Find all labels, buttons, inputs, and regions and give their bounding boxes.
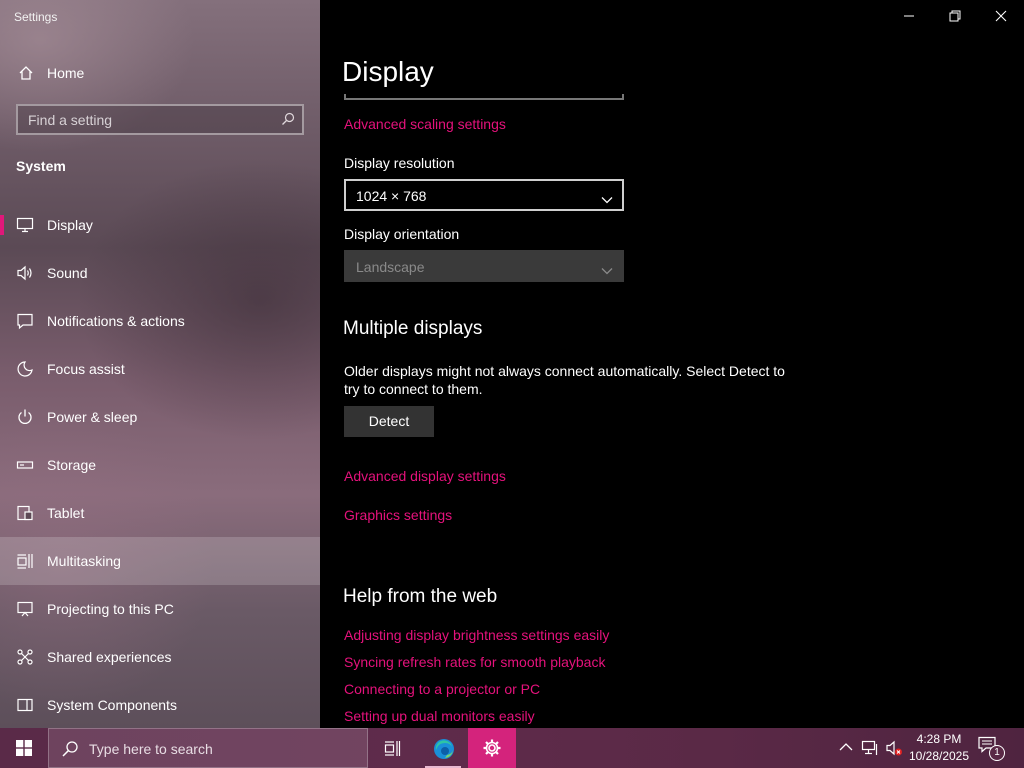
- minimize-icon: [904, 15, 914, 17]
- home-icon: [18, 65, 34, 81]
- home-nav-item[interactable]: Home: [0, 58, 320, 88]
- close-icon: [995, 10, 1007, 22]
- help-link[interactable]: Adjusting display brightness settings ea…: [344, 627, 609, 643]
- start-button[interactable]: [0, 728, 48, 768]
- restore-icon: [949, 10, 961, 22]
- network-icon[interactable]: [861, 739, 879, 762]
- close-button[interactable]: [978, 0, 1024, 32]
- sidebar-item-label: Shared experiences: [47, 649, 172, 665]
- multiple-displays-heading: Multiple displays: [343, 318, 483, 339]
- moon-icon: [16, 360, 34, 378]
- power-icon: [16, 408, 34, 426]
- section-title: System: [16, 158, 66, 174]
- sidebar-item-system-components[interactable]: System Components: [0, 681, 320, 729]
- sidebar-item-focus-assist[interactable]: Focus assist: [0, 345, 320, 393]
- multiple-displays-description: Older displays might not always connect …: [344, 363, 785, 397]
- selection-marker: [0, 215, 4, 235]
- projecting-icon: [16, 600, 34, 618]
- sidebar-item-label: Tablet: [47, 505, 85, 521]
- find-setting-search[interactable]: [16, 104, 304, 135]
- taskbar-clock[interactable]: 4:28 PM 10/28/2025: [904, 731, 974, 765]
- sidebar-item-label: Multitasking: [47, 553, 121, 569]
- edge-icon: [434, 739, 454, 759]
- clock-date: 10/28/2025: [908, 749, 970, 763]
- sidebar-item-projecting[interactable]: Projecting to this PC: [0, 585, 320, 633]
- multitasking-icon: [16, 552, 34, 570]
- components-icon: [16, 696, 34, 714]
- windows-logo-icon: [16, 740, 32, 756]
- notification-icon: [16, 312, 34, 330]
- sidebar-item-sound[interactable]: Sound: [0, 249, 320, 297]
- chevron-up-icon[interactable]: [838, 739, 854, 760]
- resolution-label: Display resolution: [344, 155, 455, 171]
- detect-button[interactable]: Detect: [344, 406, 434, 437]
- clock-time: 4:28 PM: [916, 732, 962, 746]
- sidebar-item-label: Display: [47, 217, 93, 233]
- home-label: Home: [47, 65, 85, 81]
- volume-muted-icon[interactable]: [885, 739, 903, 762]
- settings-window: Settings Home System Display Sou: [0, 0, 1024, 768]
- sidebar-item-tablet[interactable]: Tablet: [0, 489, 320, 537]
- sidebar-item-label: Sound: [47, 265, 88, 281]
- sidebar-item-storage[interactable]: Storage: [0, 441, 320, 489]
- orientation-value: Landscape: [356, 259, 425, 275]
- storage-icon: [16, 456, 34, 474]
- sidebar-item-shared-experiences[interactable]: Shared experiences: [0, 633, 320, 681]
- chevron-down-icon: [601, 191, 613, 209]
- taskbar-search[interactable]: Type here to search: [48, 728, 368, 768]
- sidebar-item-notifications[interactable]: Notifications & actions: [0, 297, 320, 345]
- graphics-settings-link[interactable]: Graphics settings: [344, 507, 452, 523]
- monitor-icon: [16, 216, 34, 234]
- resolution-dropdown[interactable]: 1024 × 768: [344, 179, 624, 211]
- task-view-button[interactable]: [368, 728, 416, 768]
- help-link[interactable]: Setting up dual monitors easily: [344, 708, 535, 724]
- find-setting-input[interactable]: [18, 106, 278, 133]
- sidebar-item-multitasking[interactable]: Multitasking: [0, 537, 320, 585]
- sidebar-item-label: Storage: [47, 457, 97, 473]
- main-content: Display Advanced scaling settings Displa…: [320, 0, 1024, 728]
- orientation-label: Display orientation: [344, 226, 460, 242]
- orientation-dropdown[interactable]: Landscape: [344, 250, 624, 282]
- sidebar-item-label: Focus assist: [47, 361, 125, 377]
- page-title: Display: [342, 56, 434, 87]
- chevron-down-icon: [601, 262, 613, 280]
- sidebar-item-label: Power & sleep: [47, 409, 138, 425]
- action-center-button[interactable]: 1: [978, 736, 1008, 761]
- search-icon[interactable]: [281, 112, 295, 126]
- tablet-icon: [16, 504, 34, 522]
- advanced-scaling-link[interactable]: Advanced scaling settings: [344, 116, 506, 132]
- sidebar: Settings Home System Display Sou: [0, 0, 320, 728]
- scaling-dropdown-partial[interactable]: [344, 94, 624, 100]
- taskbar: Type here to search 4:28 PM 10/28/2025 1: [0, 728, 1024, 768]
- resolution-value: 1024 × 768: [356, 188, 427, 204]
- gear-icon: [483, 739, 501, 757]
- app-title: Settings: [14, 10, 58, 24]
- advanced-display-link[interactable]: Advanced display settings: [344, 468, 506, 484]
- minimize-button[interactable]: [886, 0, 932, 32]
- help-link[interactable]: Syncing refresh rates for smooth playbac…: [344, 654, 605, 670]
- search-icon: [61, 740, 79, 763]
- taskbar-search-text: Type here to search: [89, 741, 213, 757]
- speaker-icon: [16, 264, 34, 282]
- sidebar-item-label: Notifications & actions: [47, 313, 185, 329]
- shared-icon: [16, 648, 34, 666]
- help-link[interactable]: Connecting to a projector or PC: [344, 681, 540, 697]
- help-heading: Help from the web: [343, 586, 498, 607]
- restore-button[interactable]: [932, 0, 978, 32]
- notification-badge: 1: [989, 745, 1005, 761]
- settings-taskbar-button[interactable]: [468, 728, 516, 768]
- sidebar-item-label: Projecting to this PC: [47, 601, 174, 617]
- sidebar-item-label: System Components: [47, 697, 177, 713]
- sidebar-item-display[interactable]: Display: [0, 201, 320, 249]
- sidebar-item-power-sleep[interactable]: Power & sleep: [0, 393, 320, 441]
- task-view-icon: [384, 741, 401, 756]
- edge-taskbar-button[interactable]: [419, 728, 467, 768]
